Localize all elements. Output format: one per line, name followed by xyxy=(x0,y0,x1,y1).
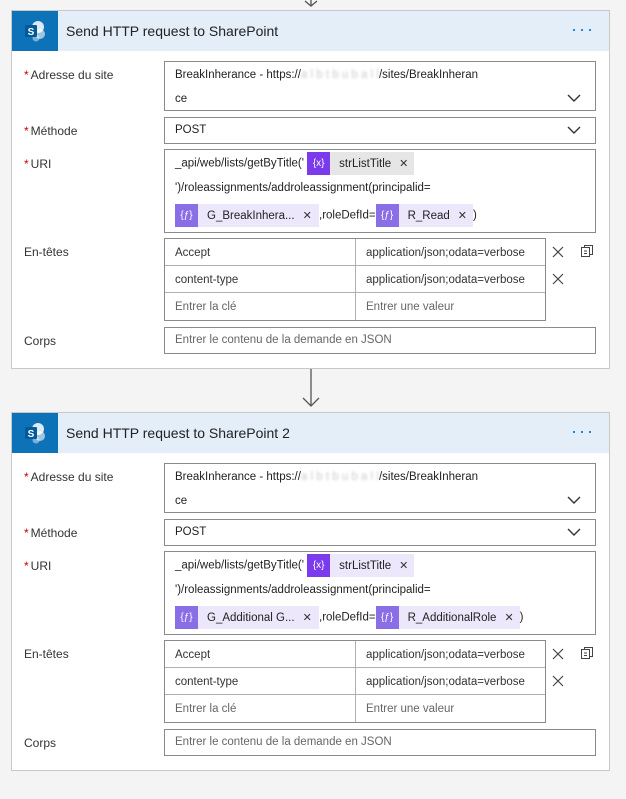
close-icon[interactable]: ✕ xyxy=(458,209,467,222)
header-row: content-type application/json;odata=verb… xyxy=(165,668,545,695)
svg-text:S: S xyxy=(28,429,35,440)
body-label: Corps xyxy=(24,334,57,348)
headers-table: Accept application/json;odata=verbose co… xyxy=(164,238,546,321)
header-key-input[interactable]: content-type xyxy=(165,266,356,292)
svg-text:S: S xyxy=(28,27,35,38)
method-label: * Méthode xyxy=(24,124,78,138)
header-key-input[interactable]: Entrer la clé xyxy=(165,695,356,722)
header-row: Accept application/json;odata=verbose xyxy=(165,641,545,668)
copy-icon[interactable] xyxy=(580,244,594,258)
uri-label: * URI xyxy=(24,157,52,171)
card-title: Send HTTP request to SharePoint xyxy=(66,23,279,39)
site-address-label: * Adresse du site xyxy=(24,68,114,82)
variable-icon: {x} xyxy=(307,554,331,577)
header-value-input[interactable]: application/json;odata=verbose xyxy=(356,641,545,667)
site-address-dropdown[interactable]: BreakInherance - https://a l b t b u b a… xyxy=(164,463,596,513)
card-title: Send HTTP request to SharePoint 2 xyxy=(66,425,290,441)
headers-table: Accept application/json;odata=verbose co… xyxy=(164,640,546,723)
variable-token[interactable]: {x} strListTitle ✕ xyxy=(307,152,415,175)
chevron-down-icon[interactable] xyxy=(567,93,581,103)
close-icon[interactable]: ✕ xyxy=(399,559,408,572)
body-input[interactable]: Entrer le contenu de la demande en JSON xyxy=(164,729,596,756)
headers-label: En-têtes xyxy=(24,245,69,259)
header-row: Accept application/json;odata=verbose xyxy=(165,239,545,266)
body-label: Corps xyxy=(24,736,57,750)
header-value-input[interactable]: application/json;odata=verbose xyxy=(356,239,545,265)
chevron-down-icon[interactable] xyxy=(567,495,581,505)
uri-input[interactable]: _api/web/lists/getByTitle(' {x} strListT… xyxy=(164,551,596,635)
header-value-input[interactable]: Entrer une valeur xyxy=(356,293,545,320)
site-address-dropdown[interactable]: BreakInherance - https://a l b t b u b a… xyxy=(164,61,596,111)
header-key-input[interactable]: Entrer la clé xyxy=(165,293,356,320)
function-icon: {ƒ} xyxy=(375,204,399,227)
header-key-input[interactable]: Accept xyxy=(165,239,356,265)
chevron-down-icon[interactable] xyxy=(567,125,581,135)
function-token[interactable]: {ƒ} R_Read ✕ xyxy=(375,204,473,227)
variable-icon: {x} xyxy=(307,152,331,175)
chevron-down-icon[interactable] xyxy=(567,527,581,537)
site-address-label: * Adresse du site xyxy=(24,470,114,484)
action-card-1: S Send HTTP request to SharePoint ··· * A… xyxy=(11,10,610,369)
function-icon: {ƒ} xyxy=(175,606,198,629)
card-header[interactable]: S Send HTTP request to SharePoint ··· xyxy=(12,11,609,51)
arrow-down-icon xyxy=(304,0,318,7)
headers-label: En-têtes xyxy=(24,647,69,661)
header-value-input[interactable]: Entrer une valeur xyxy=(356,695,545,722)
more-options-icon[interactable]: ··· xyxy=(571,422,595,440)
function-token[interactable]: {ƒ} R_AdditionalRole ✕ xyxy=(375,606,520,629)
arrow-down-icon xyxy=(302,369,320,407)
close-icon[interactable] xyxy=(552,246,564,258)
method-dropdown[interactable]: POST xyxy=(164,117,596,144)
close-icon[interactable]: ✕ xyxy=(303,611,312,624)
close-icon[interactable] xyxy=(552,273,564,285)
function-icon: {ƒ} xyxy=(175,204,198,227)
uri-input[interactable]: _api/web/lists/getByTitle(' {x} strListT… xyxy=(164,149,596,233)
body-input[interactable]: Entrer le contenu de la demande en JSON xyxy=(164,327,596,354)
uri-label: * URI xyxy=(24,559,52,573)
header-key-input[interactable]: Accept xyxy=(165,641,356,667)
header-value-input[interactable]: application/json;odata=verbose xyxy=(356,668,545,694)
header-row-empty: Entrer la clé Entrer une valeur xyxy=(165,695,545,722)
close-icon[interactable]: ✕ xyxy=(303,209,312,222)
function-token[interactable]: {ƒ} G_BreakInhera... ✕ xyxy=(175,204,319,227)
copy-icon[interactable] xyxy=(580,646,594,660)
header-row-empty: Entrer la clé Entrer une valeur xyxy=(165,293,545,320)
sharepoint-icon: S xyxy=(12,413,58,453)
more-options-icon[interactable]: ··· xyxy=(571,20,595,38)
action-card-2: S Send HTTP request to SharePoint 2 ··· … xyxy=(11,412,610,771)
sharepoint-icon: S xyxy=(12,11,58,51)
variable-token[interactable]: {x} strListTitle ✕ xyxy=(307,554,415,577)
close-icon[interactable] xyxy=(552,675,564,687)
header-value-input[interactable]: application/json;odata=verbose xyxy=(356,266,545,292)
close-icon[interactable]: ✕ xyxy=(399,157,408,170)
function-token[interactable]: {ƒ} G_Additional G... ✕ xyxy=(175,606,319,629)
function-icon: {ƒ} xyxy=(375,606,399,629)
header-row: content-type application/json;odata=verb… xyxy=(165,266,545,293)
card-header[interactable]: S Send HTTP request to SharePoint 2 ··· xyxy=(12,413,609,453)
close-icon[interactable]: ✕ xyxy=(504,611,513,624)
close-icon[interactable] xyxy=(552,648,564,660)
header-key-input[interactable]: content-type xyxy=(165,668,356,694)
method-dropdown[interactable]: POST xyxy=(164,519,596,546)
method-label: * Méthode xyxy=(24,526,78,540)
